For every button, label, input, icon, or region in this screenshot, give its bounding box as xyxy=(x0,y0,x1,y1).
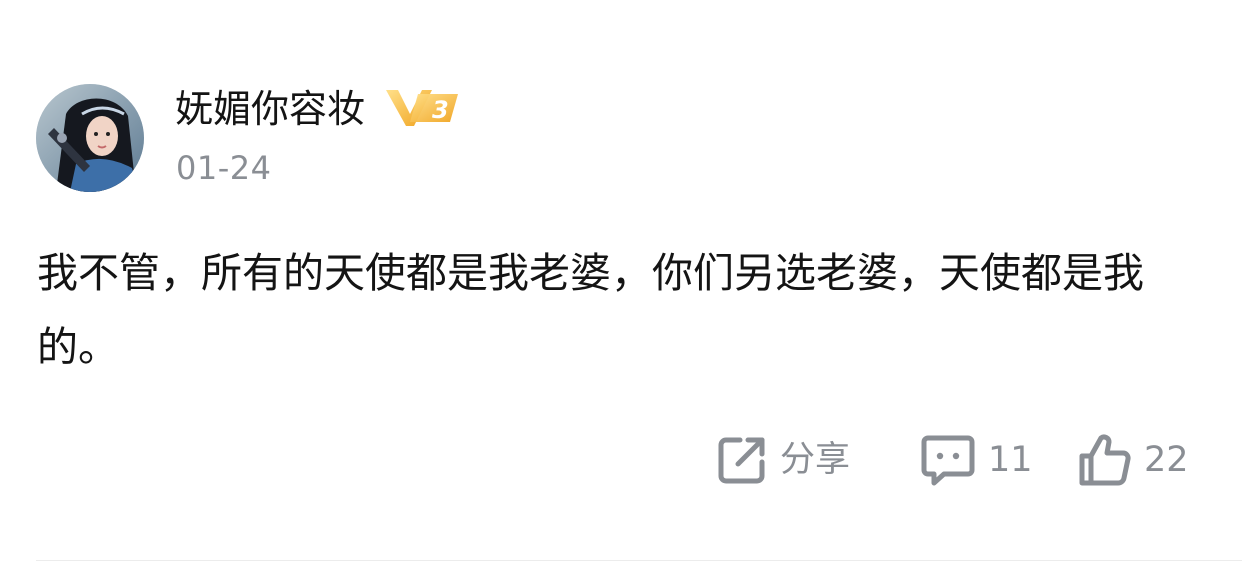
post-content: 我不管，所有的天使都是我老婆，你们另选老婆，天使都是我的。 xyxy=(37,249,1144,371)
like-count: 22 xyxy=(1144,440,1189,480)
divider xyxy=(36,560,1242,561)
like-icon xyxy=(1079,434,1131,486)
comment-icon xyxy=(921,435,975,486)
comment-button[interactable]: 11 xyxy=(920,430,1033,490)
share-button[interactable]: 分享 xyxy=(716,430,850,490)
like-button[interactable]: 22 xyxy=(1078,430,1189,490)
action-bar: 分享 11 22 xyxy=(0,430,1242,490)
share-label: 分享 xyxy=(780,440,851,480)
vip-badge-icon: 3 xyxy=(384,84,460,130)
author-name[interactable]: 妩媚你容妆 xyxy=(175,84,365,134)
post-card: 妩媚你容妆 3 01-24 我不管，所有的天使都是我老婆，你们另选老婆，天使都是… xyxy=(0,0,1242,570)
share-icon xyxy=(718,437,765,484)
svg-text:3: 3 xyxy=(432,96,449,124)
post-timestamp: 01-24 xyxy=(176,149,272,187)
comment-count: 11 xyxy=(988,440,1033,480)
author-avatar[interactable] xyxy=(36,84,144,192)
